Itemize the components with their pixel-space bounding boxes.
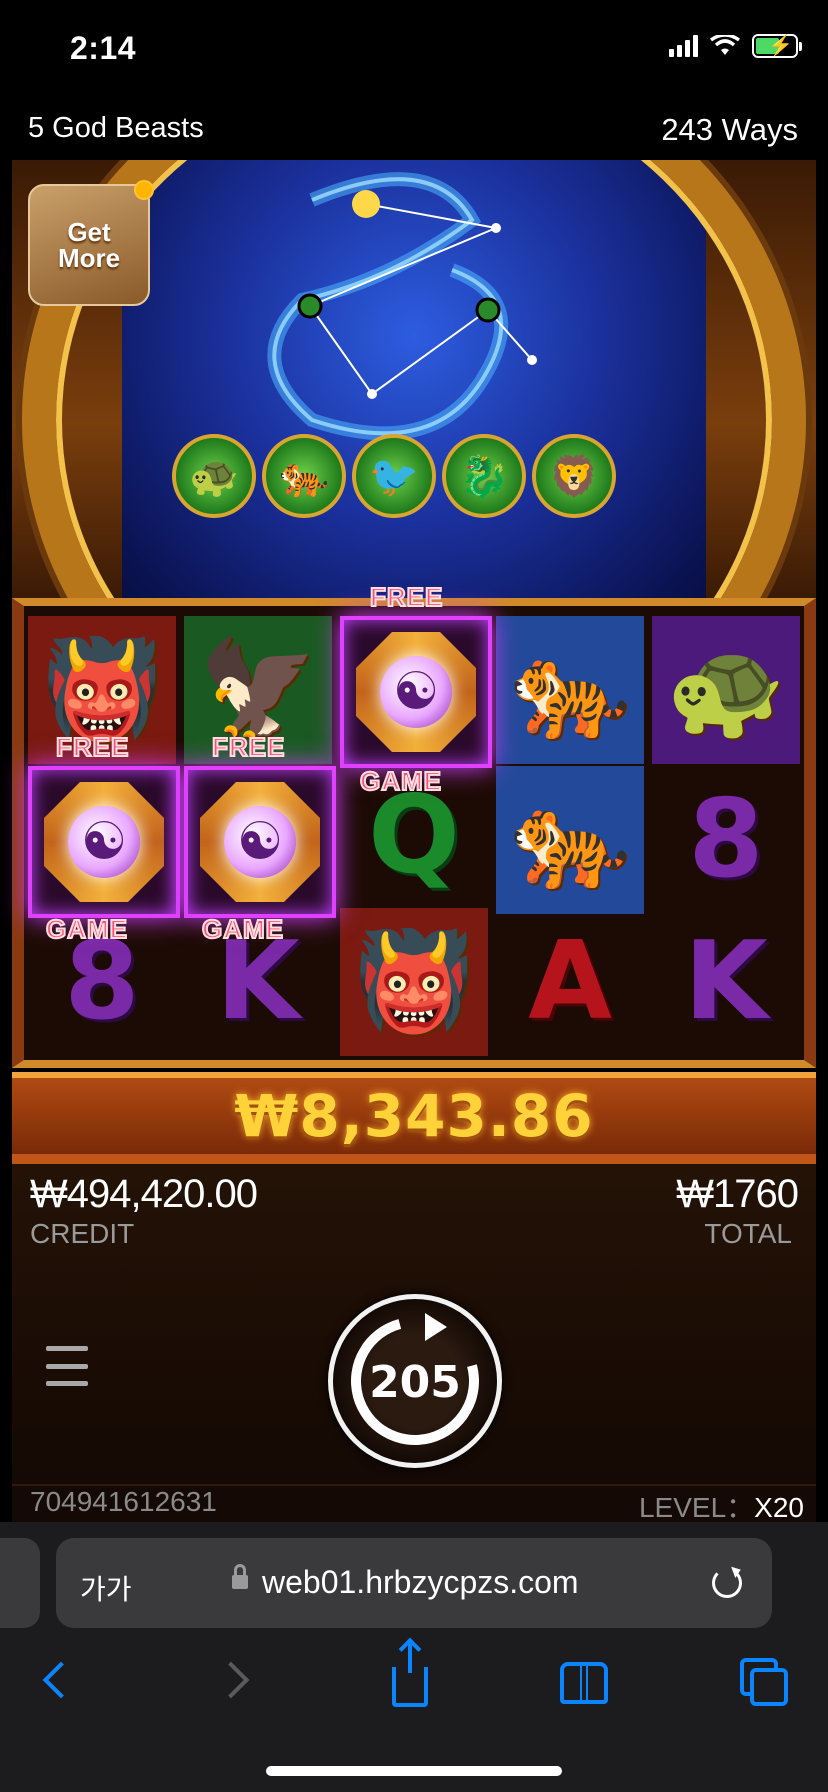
share-button[interactable] bbox=[380, 1643, 440, 1710]
scatter-free-label: FREE bbox=[55, 731, 130, 763]
credit-value: ₩494,420.00 bbox=[30, 1172, 258, 1216]
text-size-button[interactable]: 가가 bbox=[80, 1568, 132, 1608]
k-symbol: K bbox=[684, 919, 768, 1044]
status-bar: 2:14 ⚡ bbox=[0, 0, 828, 100]
game-title: 5 God Beasts bbox=[28, 112, 204, 144]
free-game-scatter-symbol: ☯ bbox=[340, 616, 492, 768]
total-bet-label: TOTAL bbox=[704, 1218, 792, 1249]
tiger-symbol: 🐅 bbox=[496, 616, 644, 764]
dragon-symbol: 👹 bbox=[340, 908, 488, 1056]
previous-tab-preview[interactable] bbox=[0, 1538, 40, 1628]
forward-button[interactable] bbox=[206, 1650, 266, 1710]
get-more-label-line2: More bbox=[57, 243, 121, 273]
home-indicator[interactable] bbox=[266, 1766, 562, 1776]
bookmarks-button[interactable] bbox=[554, 1650, 614, 1710]
share-icon bbox=[392, 1643, 428, 1707]
get-more-button[interactable]: Get More bbox=[28, 180, 154, 306]
scatter-free-label: FREE bbox=[211, 731, 286, 763]
book-icon bbox=[560, 1662, 608, 1704]
constellation-panel: Get More 🐢 🐅 🐦 🐉 🦁 bbox=[12, 160, 816, 600]
cellular-signal-icon bbox=[669, 35, 698, 57]
spin-button[interactable]: 205 bbox=[327, 1293, 503, 1469]
yin-yang-icon: ☯ bbox=[224, 806, 296, 878]
yin-yang-icon: ☯ bbox=[68, 806, 140, 878]
level-indicator: LEVEL：X20 bbox=[639, 1486, 804, 1526]
lock-icon bbox=[232, 1564, 248, 1592]
round-id: 704941612631 bbox=[30, 1486, 217, 1517]
level-value: X20 bbox=[754, 1492, 804, 1523]
back-button[interactable] bbox=[26, 1650, 86, 1710]
status-icons: ⚡ bbox=[669, 34, 802, 58]
battery-icon: ⚡ bbox=[752, 34, 802, 58]
beast-2-icon: 🐅 bbox=[262, 434, 346, 518]
get-more-label-line1: Get bbox=[67, 217, 111, 247]
scatter-free-label: FREE bbox=[369, 581, 444, 613]
tabs-icon bbox=[740, 1658, 788, 1706]
chevron-right-icon bbox=[212, 1661, 250, 1699]
level-label: LEVEL： bbox=[638, 1492, 755, 1523]
credit-label: CREDIT bbox=[30, 1218, 135, 1249]
eight-symbol: 8 bbox=[688, 777, 764, 902]
a-symbol: A bbox=[528, 919, 612, 1044]
ways-count: 243 Ways bbox=[661, 112, 798, 147]
free-game-scatter-symbol: ☯ bbox=[184, 766, 336, 918]
scatter-game-label: GAME bbox=[201, 913, 284, 945]
menu-icon[interactable] bbox=[46, 1346, 88, 1386]
yin-yang-icon: ☯ bbox=[380, 656, 452, 728]
beast-3-icon: 🐦 bbox=[352, 434, 436, 518]
beast-4-icon: 🐉 bbox=[442, 434, 526, 518]
game-header: 5 God Beasts 243 Ways bbox=[0, 100, 828, 160]
slot-reels: 👹 🦅 🐅 🐢 Q 🐅 8 8 K 👹 A K ☯ FREE GAME ☯ FR… bbox=[28, 581, 800, 1056]
tiger-symbol: 🐅 bbox=[496, 766, 644, 914]
total-bet-value: ₩1760 bbox=[676, 1172, 799, 1216]
scatter-game-label: GAME bbox=[45, 913, 128, 945]
beast-5-icon: 🦁 bbox=[532, 434, 616, 518]
win-banner: ₩8,343.86 bbox=[12, 1072, 816, 1164]
win-amount: ₩8,343.86 bbox=[234, 1082, 594, 1150]
free-spins-remaining: 205 bbox=[369, 1357, 461, 1408]
reload-icon[interactable] bbox=[712, 1568, 742, 1598]
tabs-button[interactable] bbox=[732, 1650, 792, 1710]
url-text[interactable]: web01.hrbzycpzs.com bbox=[262, 1564, 579, 1601]
tortoise-symbol: 🐢 bbox=[652, 616, 800, 764]
free-game-scatter-symbol: ☯ bbox=[28, 766, 180, 918]
beast-collection: 🐢 🐅 🐦 🐉 🦁 bbox=[172, 434, 616, 518]
notification-dot bbox=[134, 180, 154, 200]
wifi-icon bbox=[710, 35, 740, 55]
spin-arrowhead bbox=[425, 1313, 447, 1341]
beast-1-icon: 🐢 bbox=[172, 434, 256, 518]
scatter-game-label: GAME bbox=[359, 765, 442, 797]
status-time: 2:14 bbox=[70, 30, 137, 66]
chevron-left-icon bbox=[42, 1661, 80, 1699]
